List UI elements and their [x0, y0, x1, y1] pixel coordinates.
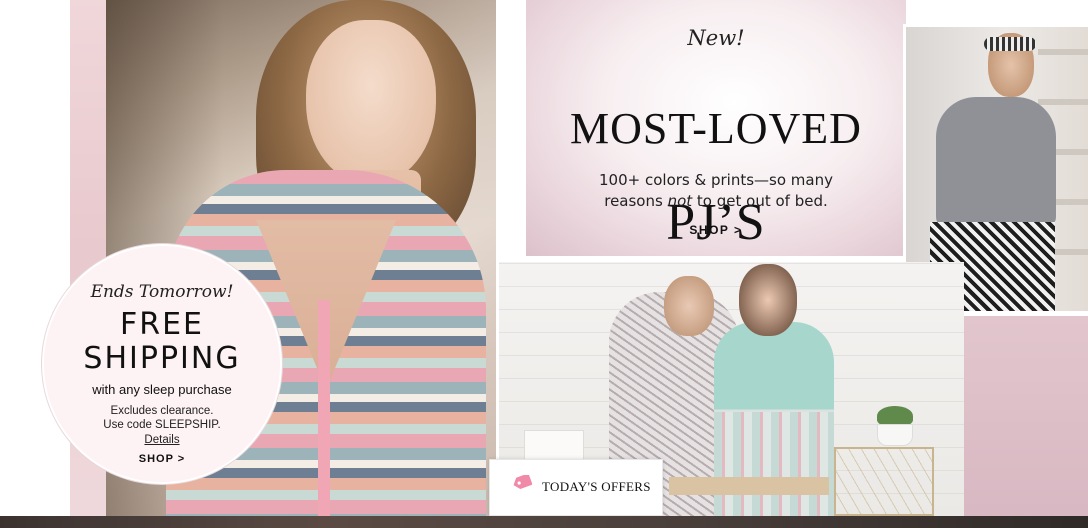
bottom-edge-bar — [0, 516, 1088, 528]
hero-shop-link[interactable]: SHOP > — [689, 223, 742, 237]
model-left-head — [664, 276, 714, 336]
shelf — [1038, 99, 1088, 105]
tag-icon — [513, 475, 532, 489]
wire-side-table — [834, 447, 934, 516]
shelf — [1038, 49, 1088, 55]
promo-shop-container: SHOP > — [44, 453, 280, 465]
model-face — [306, 20, 436, 185]
hero-shop-container: SHOP > — [526, 223, 906, 237]
model-right-head — [739, 264, 797, 336]
todays-offers-tab[interactable]: TODAY'S OFFERS — [489, 459, 663, 516]
sleep-mask — [984, 37, 1036, 51]
hero-subtitle-emphasis: not — [667, 192, 693, 210]
hero-title-line1: MOST-LOVED — [570, 104, 862, 153]
bench — [669, 477, 829, 495]
promo-eyebrow: Ends Tomorrow! — [90, 282, 234, 302]
model-shirt — [936, 97, 1056, 227]
model-right-plaid-pants — [714, 412, 834, 516]
promo-headline: FREE SHIPPING — [83, 307, 241, 376]
hero-eyebrow: New! — [687, 26, 745, 50]
hero-subtitle-part-b: to get out of bed. — [692, 192, 828, 210]
promo-shop-link[interactable]: SHOP > — [139, 453, 185, 465]
hero-subtitle: 100+ colors & prints—so many reasons not… — [526, 170, 906, 212]
sweater-placket — [318, 300, 330, 516]
promo-subhead: with any sleep purchase — [92, 382, 232, 397]
promo-note: Excludes clearance. Use code SLEEPSHIP. — [103, 405, 221, 431]
right-decorative-strip — [964, 316, 1088, 516]
hero-subtitle-line2: reasons not to get out of bed. — [526, 191, 906, 212]
todays-offers-label: TODAY'S OFFERS — [542, 479, 651, 494]
promo-details-link[interactable]: Details — [144, 434, 179, 446]
hero-subtitle-line1: 100+ colors & prints—so many — [599, 171, 833, 189]
hero-subtitle-part-a: reasons — [604, 192, 668, 210]
promo-details-container: Details — [44, 434, 280, 446]
plant-pot — [877, 424, 913, 446]
succulent-plant — [877, 406, 913, 426]
most-loved-pjs-panel[interactable]: New! MOST-LOVED PJ’S 100+ colors & print… — [526, 0, 906, 256]
free-shipping-promo[interactable]: Ends Tomorrow! FREE SHIPPING with any sl… — [42, 244, 282, 484]
